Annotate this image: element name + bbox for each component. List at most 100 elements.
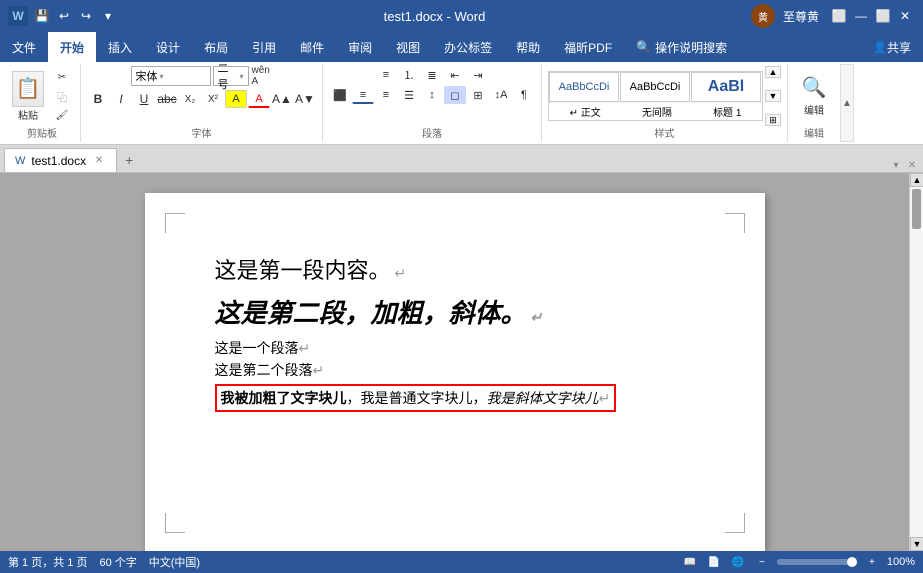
tab-tell-me[interactable]: 🔍操作说明搜索 — [624, 32, 739, 62]
tab-references[interactable]: 引用 — [240, 32, 288, 62]
tab-file[interactable]: 文件 — [0, 32, 48, 62]
style-heading1-label: 标题 1 — [713, 104, 741, 119]
para-row2: ⬛ ≡ ≡ ☰ ↕ ◻ ⊞ ↕A ¶ — [329, 86, 535, 104]
style-no-spacing-label: 无间隔 — [642, 104, 672, 119]
doc-tab[interactable]: W test1.docx ✕ — [4, 148, 117, 172]
print-view-button[interactable]: 📄 — [705, 555, 723, 569]
scroll-thumb[interactable] — [912, 189, 921, 229]
style-heading1[interactable]: AaBl — [691, 72, 761, 102]
vertical-scrollbar[interactable]: ▲ ▼ — [909, 173, 923, 551]
paragraph-1[interactable]: 这是第一段内容。 ↵ — [215, 253, 695, 285]
underline-button[interactable]: U — [133, 90, 155, 108]
style-normal[interactable]: AaBbCcDi — [549, 72, 619, 102]
web-view-button[interactable]: 🌐 — [729, 555, 747, 569]
sort-button[interactable]: ↕A — [490, 86, 512, 104]
italic-button[interactable]: I — [110, 90, 132, 108]
new-tab-button[interactable]: + — [117, 148, 141, 172]
font-wfn-button[interactable]: wên A — [251, 67, 273, 85]
format-painter-button[interactable]: 🖌 — [50, 106, 74, 124]
dropdown-button[interactable]: ▾ — [889, 158, 903, 172]
font-family-dropdown-arrow: ▾ — [160, 72, 164, 81]
share-label: 共享 — [887, 39, 911, 56]
save-button[interactable]: 💾 — [32, 6, 52, 26]
ribbon-expand-button[interactable]: ▲ — [840, 64, 854, 142]
font-size-selector[interactable]: 二号 ▾ — [213, 66, 249, 86]
doc-tab-name: test1.docx — [31, 154, 86, 168]
tab-design[interactable]: 设计 — [144, 32, 192, 62]
borders-button[interactable]: ⊞ — [467, 86, 489, 104]
tab-layout[interactable]: 布局 — [192, 32, 240, 62]
page-corner-bl — [165, 513, 185, 533]
subscript-button[interactable]: X₂ — [179, 90, 201, 108]
highlight-button[interactable]: A — [225, 90, 247, 108]
tab-insert[interactable]: 插入 — [96, 32, 144, 62]
multilevel-button[interactable]: ≣ — [421, 66, 443, 84]
scroll-up-arrow[interactable]: ▲ — [910, 173, 923, 187]
title-bar-right: 黄 至尊黄 ⬜ — ⬜ ✕ — [751, 4, 915, 28]
cut-button[interactable]: ✂ — [50, 68, 74, 86]
paragraph-5[interactable]: 我被加粗了文字块儿，我是普通文字块儿，我是斜体文字块儿↵ — [215, 384, 695, 412]
editing-label: 编辑 — [788, 125, 840, 140]
plus-zoom-button[interactable]: + — [863, 555, 881, 569]
shading-button[interactable]: ◻ — [444, 86, 466, 104]
scroll-track[interactable] — [910, 187, 923, 537]
superscript-button[interactable]: X² — [202, 90, 224, 108]
paragraph-2[interactable]: 这是第二段，加粗，斜体。 ↵ — [215, 293, 695, 330]
style-no-spacing[interactable]: AaBbCcDi — [620, 72, 690, 102]
para5-pilcrow: ↵ — [599, 390, 611, 406]
scroll-down-arrow[interactable]: ▼ — [910, 537, 923, 551]
align-center-button[interactable]: ≡ — [352, 86, 374, 104]
numbering-button[interactable]: ⒈ — [398, 66, 420, 84]
read-view-button[interactable]: 📖 — [681, 555, 699, 569]
document-area[interactable]: 这是第一段内容。 ↵ 这是第二段，加粗，斜体。 ↵ 这是一个段落↵ 这是第二个段… — [0, 173, 909, 551]
styles-scroll-up[interactable]: ▲ — [765, 66, 781, 78]
show-hide-button[interactable]: ¶ — [513, 86, 535, 104]
bold-button[interactable]: B — [87, 90, 109, 108]
styles-scroll-down[interactable]: ▼ — [765, 90, 781, 102]
paste-button[interactable]: 📋 粘贴 — [10, 69, 46, 124]
close-button[interactable]: ✕ — [895, 6, 915, 26]
font-color-button[interactable]: A — [248, 90, 270, 108]
tab-office-tab[interactable]: 办公标签 — [432, 32, 504, 62]
tab-home[interactable]: 开始 — [48, 32, 96, 62]
font-size-increase-button[interactable]: A▲ — [271, 90, 293, 108]
bullets-button[interactable]: ≡ — [375, 66, 397, 84]
strikethrough-button[interactable]: abc — [156, 90, 178, 108]
ribbon-tab-bar: 文件 开始 插入 设计 布局 引用 邮件 审阅 视图 办公标签 帮助 福昕PDF… — [0, 32, 923, 62]
styles-scroll-arrows: ▲ ▼ ⊞ — [765, 66, 781, 126]
undo-button[interactable]: ↩ — [54, 6, 74, 26]
font-size-decrease-button[interactable]: A▼ — [294, 90, 316, 108]
restore-button[interactable]: ⬜ — [873, 6, 893, 26]
tab-review[interactable]: 审阅 — [336, 32, 384, 62]
minimize-button[interactable]: — — [851, 6, 871, 26]
minus-zoom-button[interactable]: − — [753, 555, 771, 569]
tab-view[interactable]: 视图 — [384, 32, 432, 62]
tab-foxit[interactable]: 福昕PDF — [552, 32, 624, 62]
para2-text: 这是第二段，加粗，斜体。 — [215, 298, 527, 328]
paragraph-3[interactable]: 这是一个段落↵ — [215, 338, 695, 358]
zoom-thumb[interactable] — [847, 557, 857, 567]
increase-indent-button[interactable]: ⇥ — [467, 66, 489, 84]
justify-button[interactable]: ☰ — [398, 86, 420, 104]
qat-dropdown[interactable]: ▾ — [98, 6, 118, 26]
copy-button[interactable]: ⿻ — [50, 87, 74, 105]
tab-mailings[interactable]: 邮件 — [288, 32, 336, 62]
zoom-slider[interactable] — [777, 559, 857, 565]
word-icon: W — [8, 6, 28, 26]
doc-tab-close-button[interactable]: ✕ — [92, 154, 106, 168]
paragraph-4[interactable]: 这是第二个段落↵ — [215, 360, 695, 380]
document-page: 这是第一段内容。 ↵ 这是第二段，加粗，斜体。 ↵ 这是一个段落↵ 这是第二个段… — [145, 193, 765, 551]
zoom-level: 100% — [887, 556, 915, 568]
search-button[interactable]: 🔍 编辑 — [794, 71, 834, 121]
ribbon-collapse-btn[interactable]: ⬜ — [829, 6, 849, 26]
close-doc-button[interactable]: ✕ — [905, 158, 919, 172]
share-button[interactable]: 👤 共享 — [861, 32, 923, 62]
decrease-indent-button[interactable]: ⇤ — [444, 66, 466, 84]
font-family-selector[interactable]: 宋体 ▾ — [131, 66, 211, 86]
paste-label: 粘贴 — [18, 107, 38, 122]
redo-button[interactable]: ↪ — [76, 6, 96, 26]
tab-help[interactable]: 帮助 — [504, 32, 552, 62]
align-right-button[interactable]: ≡ — [375, 86, 397, 104]
line-spacing-button[interactable]: ↕ — [421, 86, 443, 104]
align-left-button[interactable]: ⬛ — [329, 86, 351, 104]
